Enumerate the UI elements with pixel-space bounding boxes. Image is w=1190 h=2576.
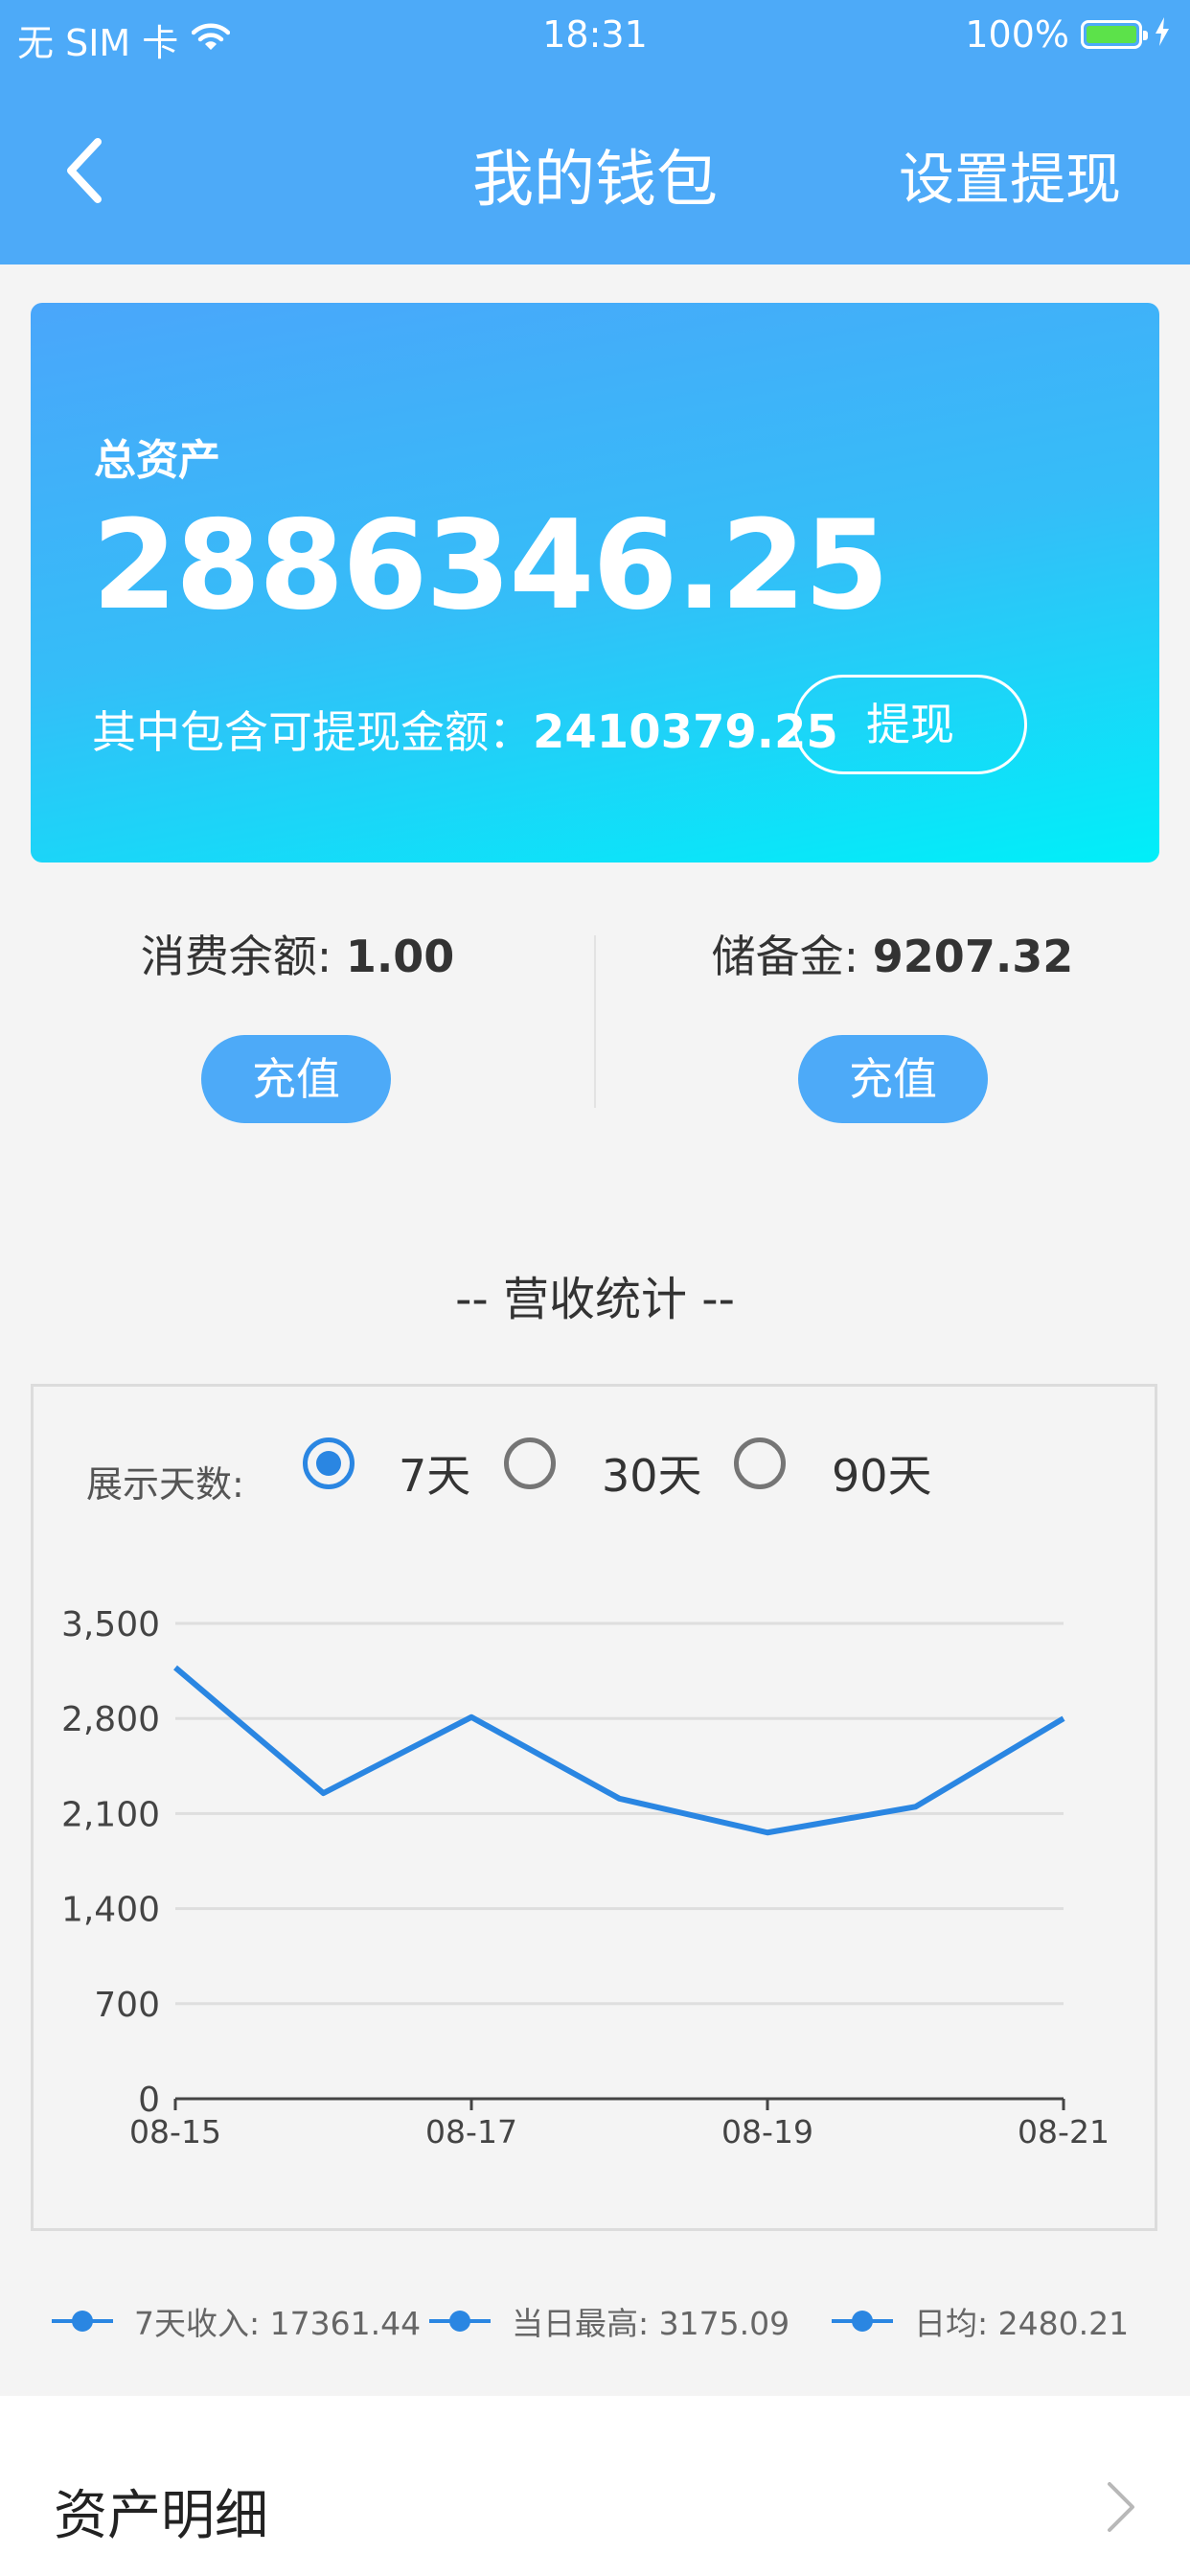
legend-total-income: 7天收入: 17361.44 [52, 2298, 421, 2344]
total-assets-label: 总资产 [94, 436, 220, 485]
legend-daily-max: 当日最高: 3175.09 [429, 2298, 790, 2344]
legend-line-marker-icon [429, 2307, 491, 2335]
battery-icon [1081, 20, 1148, 49]
days-label: 展示天数: [86, 1463, 244, 1506]
legend-total-income-text: 7天收入: 17361.44 [134, 2305, 422, 2342]
asset-card: 总资产 2886346.25 其中包含可提现金额： 2410379.25 提现 [31, 303, 1159, 862]
consume-balance: 消费余额: 1.00 [0, 922, 595, 985]
chevron-right-icon [1102, 2478, 1140, 2536]
radio-label-7-days[interactable]: 7天 [399, 1441, 470, 1505]
reserve-recharge-button[interactable]: 充值 [798, 1035, 988, 1123]
legend-daily-average: 日均: 2480.21 [832, 2298, 1129, 2344]
radio-30-days[interactable] [504, 1438, 556, 1489]
reserve-balance: 储备金: 9207.32 [595, 922, 1190, 985]
legend-line-marker-icon [52, 2307, 113, 2335]
legend-line-marker-icon [832, 2307, 893, 2335]
radio-7-days[interactable] [303, 1438, 355, 1489]
status-bar: 无 SIM 卡 18:31 100% [0, 0, 1190, 73]
radio-label-90-days[interactable]: 90天 [832, 1441, 932, 1505]
chart-container [31, 1384, 1157, 2231]
reserve-balance-label: 储备金: [711, 931, 873, 982]
asset-details-row[interactable]: 资产明细 [0, 2396, 1190, 2576]
withdraw-settings-button[interactable]: 设置提现 [899, 134, 1121, 215]
revenue-stats-title: -- 营收统计 -- [455, 1273, 735, 1326]
radio-selected-dot [316, 1451, 341, 1476]
reserve-balance-value: 9207.32 [872, 931, 1074, 982]
total-assets-value: 2886346.25 [92, 494, 889, 637]
consume-balance-value: 1.00 [345, 931, 455, 982]
battery-info: 100% [965, 13, 1171, 56]
withdrawable-info: 其中包含可提现金额： 2410379.25 [92, 698, 838, 761]
withdrawable-value: 2410379.25 [533, 705, 838, 759]
withdrawable-label: 其中包含可提现金额： [92, 706, 533, 758]
top-bar: 无 SIM 卡 18:31 100% 我的钱包 设置提现 [0, 0, 1190, 264]
asset-details-label: 资产明细 [54, 2485, 268, 2547]
charging-icon [1154, 13, 1171, 56]
radio-90-days[interactable] [734, 1438, 786, 1489]
legend-daily-average-text: 日均: 2480.21 [914, 2305, 1130, 2342]
radio-label-30-days[interactable]: 30天 [602, 1441, 702, 1505]
consume-recharge-button[interactable]: 充值 [201, 1035, 391, 1123]
withdraw-button[interactable]: 提现 [793, 675, 1027, 774]
legend-daily-max-text: 当日最高: 3175.09 [512, 2305, 790, 2342]
consume-balance-label: 消费余额: [140, 931, 346, 982]
battery-percent: 100% [965, 13, 1069, 56]
